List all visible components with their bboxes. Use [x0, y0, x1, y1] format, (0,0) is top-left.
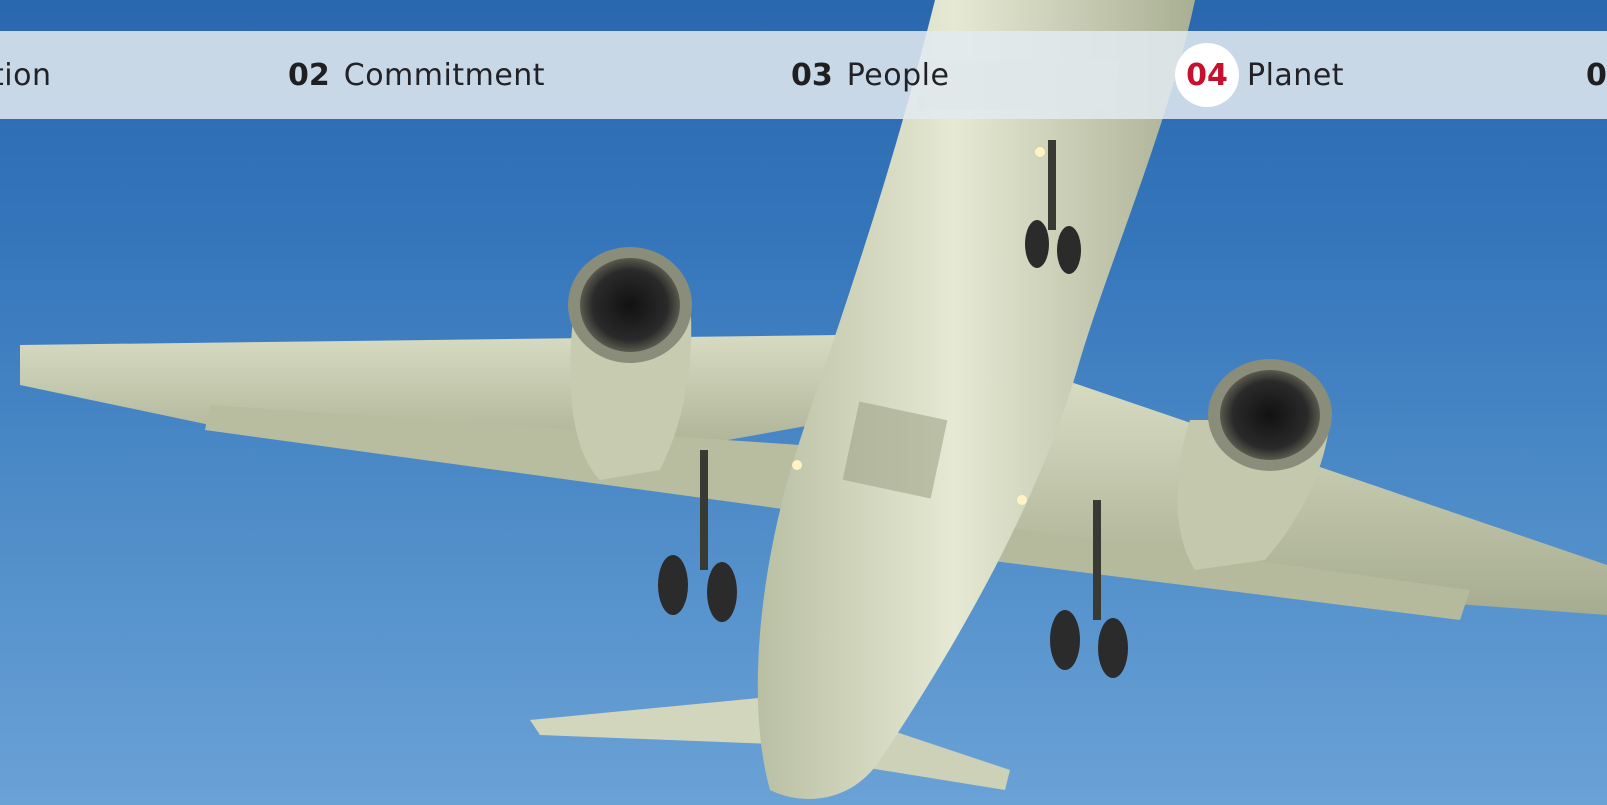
nav-label: People	[846, 57, 950, 93]
nav-item-next[interactable]: 0	[1586, 31, 1607, 119]
nav-item-commitment[interactable]: 02 Commitment	[288, 31, 545, 119]
nav-item-people[interactable]: 03 People	[791, 31, 949, 119]
nav-label: Commitment	[343, 57, 546, 93]
fuselage	[757, 0, 1195, 799]
nav-number: 03	[791, 57, 833, 93]
nav-number: 02	[288, 57, 330, 93]
airplane-illustration	[20, 0, 1607, 799]
hero-image	[0, 0, 1607, 805]
nav-item-introduction[interactable]: tion	[0, 31, 51, 119]
nav-number-active: 04	[1175, 43, 1239, 107]
nav-label: tion	[0, 57, 52, 93]
nav-label: Planet	[1247, 57, 1345, 93]
nav-number: 0	[1586, 57, 1607, 93]
section-nav-bar: tion 02 Commitment 03 People 04 Planet 0	[0, 31, 1607, 119]
nav-item-planet[interactable]: 04 Planet	[1175, 31, 1345, 119]
